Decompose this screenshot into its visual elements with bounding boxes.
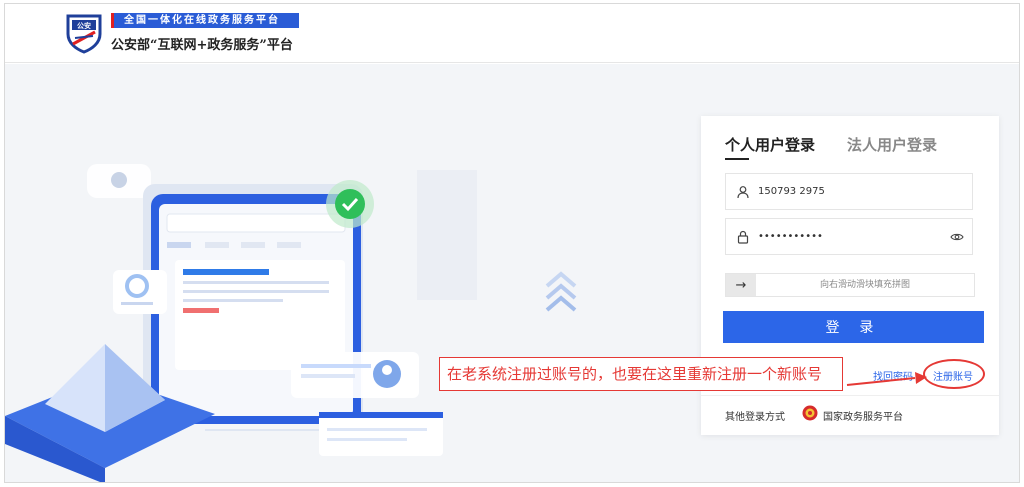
eye-icon[interactable] (950, 230, 964, 244)
police-shield-logo-icon[interactable]: 公安 (62, 10, 106, 54)
hero-illustration (5, 164, 577, 482)
logo-text: 公安 (77, 21, 91, 30)
ghost-document (417, 170, 477, 300)
slide-captcha: → 向右滑动滑块填充拼图 (725, 273, 975, 297)
username-value: 150793 2975 (758, 186, 825, 197)
national-emblem-icon[interactable] (802, 405, 818, 421)
screen-alert-line (183, 308, 219, 313)
main-area: 个人用户登录 法人用户登录 150793 2975 ••••••••••• → … (5, 64, 1019, 482)
active-tab-indicator (725, 158, 749, 160)
screen-search-bar (166, 213, 346, 233)
tab-personal-login[interactable]: 个人用户登录 (725, 134, 815, 155)
annotation-arrow-icon (846, 372, 927, 386)
lock-icon (737, 230, 749, 244)
screen-tab-2 (205, 242, 229, 248)
login-button[interactable]: 登 录 (723, 311, 984, 343)
password-value: ••••••••••• (758, 231, 823, 242)
location-pin-icon (111, 172, 127, 188)
screen-heading-line (183, 269, 269, 275)
site-header: 公安 全国一体化在线政务服务平台 公安部“互联网+政务服务”平台 (5, 4, 1019, 63)
slider-hint: 向右滑动滑块填充拼图 (819, 280, 910, 290)
slider-handle[interactable]: → (726, 274, 756, 296)
username-field[interactable]: 150793 2975 (725, 173, 973, 210)
screen-text-line (183, 290, 329, 293)
screen-tab-1 (167, 242, 191, 248)
screen-tab-3 (241, 242, 265, 248)
password-field[interactable]: ••••••••••• (725, 218, 973, 255)
other-login-label: 其他登录方式 (725, 412, 785, 423)
register-highlight-circle (923, 359, 985, 389)
check-badge-icon (335, 189, 365, 219)
screen-tab-4 (277, 242, 301, 248)
user-icon (737, 185, 749, 198)
site-title: 公安部“互联网+政务服务”平台 (111, 38, 293, 53)
screen-text-line (183, 281, 329, 284)
annotation-callout: 在老系统注册过账号的，也要在这里重新注册一个新账号 (439, 357, 843, 391)
gov-platform-link[interactable]: 国家政务服务平台 (823, 408, 903, 423)
up-chevron-icon (545, 295, 577, 312)
screen-text-line (183, 299, 283, 302)
tab-legal-person-login[interactable]: 法人用户登录 (847, 134, 937, 155)
chat-bubble (319, 412, 443, 456)
slogan-banner: 全国一体化在线政务服务平台 (111, 13, 299, 28)
browser-frame: 公安 全国一体化在线政务服务平台 公安部“互联网+政务服务”平台 个人用户登录 … (4, 3, 1020, 483)
divider (701, 395, 999, 396)
